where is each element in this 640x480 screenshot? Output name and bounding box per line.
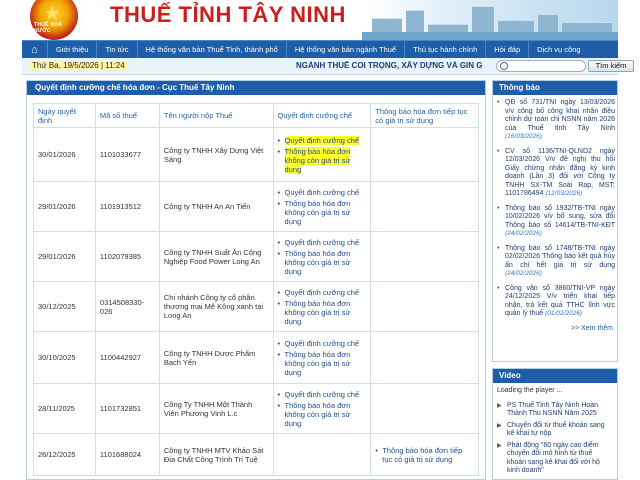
nav-item-tin-tuc[interactable]: Tin tức (97, 40, 138, 59)
decision-link[interactable]: Quyết định cưỡng chế (278, 238, 367, 247)
decision-link[interactable]: Quyết định cưỡng chế (278, 188, 367, 197)
cell-date: 26/12/2025 (33, 433, 96, 476)
cell-decisions: Quyết định cưỡng chế Thông báo hóa đơn k… (272, 231, 372, 282)
notices-box: Thông báo QĐ số 731/TNI ngày 13/03/2026 … (492, 80, 618, 362)
video-item[interactable]: Phát động "60 ngày cao điểm chuyển đổi m… (497, 442, 613, 476)
nav-item-thu-tuc[interactable]: Thủ tục hành chính (405, 40, 487, 59)
header-skyline-image (362, 0, 618, 40)
cell-taxpayer: Công ty TNHH Dược Phẩm Bạch Yến (158, 331, 274, 384)
col-header-name: Tên người nộp Thuế (158, 103, 274, 128)
cell-decisions: Quyết định cưỡng chế Thông báo hóa đơn k… (272, 181, 372, 232)
enforcement-table: Ngày quyết định Mã số thuế Tên người nộp… (33, 103, 479, 476)
search-button[interactable]: Tìm kiếm (588, 60, 634, 72)
invoice-valid-link[interactable]: Thông báo hóa đơn tiếp tục có giá trị sử… (375, 446, 474, 464)
cell-tax-code: 1101732851 (94, 383, 160, 434)
news-ticker[interactable]: NGÀNH THUẾ COI TRỌNG, XÂY DỰNG VÀ GIN G (296, 61, 491, 70)
table-row: 26/12/2025 1101688024 Công ty TNHH MTV K… (33, 433, 479, 476)
col-header-tax: Mã số thuế (94, 103, 160, 128)
nav-item-dich-vu-cong[interactable]: Dịch vụ công (529, 41, 588, 59)
right-sidebar: Thông báo QĐ số 731/TNI ngày 13/03/2026 … (492, 80, 618, 480)
cell-notice (370, 383, 479, 434)
notice-item[interactable]: Thông báo số 1932/TB-TNI ngày 10/02/2026… (493, 205, 617, 239)
cell-tax-code: 0314508330-026 (94, 281, 160, 332)
notice-item[interactable]: Công văn số 3860/TNI-VP ngày 24/12/2025 … (493, 285, 617, 319)
decision-link[interactable]: Quyết định cưỡng chế (278, 288, 367, 297)
notice-item[interactable]: CV số 1136/TNI-QLND2 ngày 12/03/2026 V/v… (493, 148, 617, 199)
invoice-invalid-link[interactable]: Thông báo hóa đơn không còn giá trị sử d… (278, 350, 367, 377)
nav-item-van-ban-tinh[interactable]: Hệ thống văn bản Thuế Tỉnh, thành phố (138, 40, 287, 59)
current-date: Thứ Ba, 19/5/2026 | 11:24 (30, 61, 127, 70)
table-row: 29/01/2026 1101913512 Công ty TNHH An An… (33, 181, 479, 232)
cell-date: 30/01/2026 (33, 127, 96, 182)
main-nav: ⌂ Giới thiệu Tin tức Hệ thống văn bản Th… (22, 40, 618, 59)
invoice-invalid-link[interactable]: Thông báo hóa đơn không còn giá trị sử d… (278, 299, 367, 326)
cell-tax-code: 1102079385 (94, 231, 160, 282)
invoice-invalid-link[interactable]: Thông báo hóa đơn không còn giá trị sử d… (278, 146, 367, 174)
video-item[interactable]: Chuyển đổi từ thuế khoán sang kê khai tự… (497, 422, 613, 439)
cell-date: 29/01/2026 (33, 181, 96, 232)
cell-notice (370, 231, 479, 282)
invoice-invalid-link[interactable]: Thông báo hóa đơn không còn giá trị sử d… (278, 249, 367, 276)
cell-notice (370, 127, 479, 182)
home-icon[interactable]: ⌂ (22, 40, 48, 59)
notices-title: Thông báo (493, 81, 617, 95)
notice-item[interactable]: QĐ số 731/TNI ngày 13/03/2026 v/v công b… (493, 99, 617, 142)
tax-emblem-logo[interactable]: ★ THUẾ NHÀ NƯỚC (30, 0, 78, 40)
video-box: Video Loading the player ... PS Thuế Tỉn… (492, 368, 618, 480)
col-header-notice: Thông báo hóa đơn tiếp tục có giá trị sử… (370, 103, 479, 128)
nav-item-gioi-thieu[interactable]: Giới thiệu (48, 40, 98, 59)
search-input[interactable] (496, 60, 586, 72)
cell-tax-code: 1101033677 (94, 127, 160, 182)
site-title[interactable]: THUẾ TỈNH TÂY NINH (110, 2, 346, 28)
view-more-link[interactable]: >> Xem thêm (493, 325, 617, 332)
site-header: ★ THUẾ NHÀ NƯỚC THUẾ TỈNH TÂY NINH (22, 0, 618, 40)
cell-tax-code: 1101913512 (94, 181, 160, 232)
table-row: 30/01/2026 1101033677 Công ty TNHH Xây D… (33, 127, 479, 182)
emblem-text: THUẾ NHÀ NƯỚC (34, 22, 63, 34)
video-item[interactable]: PS Thuế Tỉnh Tây Ninh Hoàn Thành Thu NSN… (497, 402, 613, 419)
cell-date: 29/01/2026 (33, 231, 96, 282)
enforcement-panel: Quyết định cưỡng chế hóa đơn - Cục Thuế … (26, 80, 486, 480)
table-row: 30/12/2025 0314508330-026 Chi nhánh Công… (33, 281, 479, 332)
cell-decisions: Quyết định cưỡng chế Thông báo hóa đơn k… (272, 383, 372, 434)
table-row: 29/01/2026 1102079385 Công ty TNHH Suất … (33, 231, 479, 282)
video-player[interactable]: Loading the player ... (497, 387, 613, 396)
date-search-bar: Thứ Ba, 19/5/2026 | 11:24 NGÀNH THUẾ COI… (22, 58, 634, 75)
nav-item-hoi-dap[interactable]: Hỏi đáp (486, 40, 530, 59)
star-icon: ★ (44, 3, 61, 23)
invoice-invalid-link[interactable]: Thông báo hóa đơn không còn giá trị sử d… (278, 199, 367, 226)
cell-decisions (272, 433, 372, 476)
cell-date: 30/10/2025 (33, 331, 96, 384)
panel-title: Quyết định cưỡng chế hóa đơn - Cục Thuế … (27, 81, 485, 95)
decision-link[interactable]: Quyết định cưỡng chế (278, 135, 367, 145)
col-header-decision: Quyết định cưỡng chế (272, 103, 372, 128)
cell-decisions: Quyết định cưỡng chế Thông báo hóa đơn k… (272, 281, 372, 332)
search-icon (500, 62, 508, 70)
invoice-invalid-link[interactable]: Thông báo hóa đơn không còn giá trị sử d… (278, 401, 367, 428)
decision-link[interactable]: Quyết định cưỡng chế (278, 339, 367, 348)
cell-taxpayer: Công Ty TNHH Một Thành Viên Phương Vinh … (158, 383, 274, 434)
table-row: 30/10/2025 1100442927 Công ty TNHH Dược … (33, 331, 479, 384)
cell-taxpayer: Chi nhánh Công ty cổ phần thương mại Mê … (158, 281, 274, 332)
cell-notice: Thông báo hóa đơn tiếp tục có giá trị sử… (370, 433, 479, 476)
cell-date: 28/11/2025 (33, 383, 96, 434)
cell-date: 30/12/2025 (33, 281, 96, 332)
cell-notice (370, 181, 479, 232)
cell-taxpayer: Công ty TNHH Suất Ăn Công Nghiệp Food Po… (158, 231, 274, 282)
cell-taxpayer: Công ty TNHH Xây Dựng Việt Sáng (158, 127, 274, 182)
cell-tax-code: 1100442927 (94, 331, 160, 384)
notice-item[interactable]: Thông báo số 1748/TB-TNI ngày 02/02/2026… (493, 245, 617, 279)
cell-tax-code: 1101688024 (94, 433, 160, 476)
cell-notice (370, 281, 479, 332)
decision-link[interactable]: Quyết định cưỡng chế (278, 390, 367, 399)
cell-decisions: Quyết định cưỡng chế Thông báo hóa đơn k… (272, 127, 372, 182)
cell-taxpayer: Công ty TNHH An An Tiến (158, 181, 274, 232)
cell-decisions: Quyết định cưỡng chế Thông báo hóa đơn k… (272, 331, 372, 384)
cell-taxpayer: Công ty TNHH MTV Khảo Sát Địa Chất Công … (158, 433, 274, 476)
video-title: Video (493, 369, 617, 383)
col-header-date: Ngày quyết định (33, 103, 96, 128)
cell-notice (370, 331, 479, 384)
table-row: 28/11/2025 1101732851 Công Ty TNHH Một T… (33, 383, 479, 434)
nav-item-van-ban-nganh[interactable]: Hệ thống văn bản ngành Thuế (287, 40, 406, 59)
